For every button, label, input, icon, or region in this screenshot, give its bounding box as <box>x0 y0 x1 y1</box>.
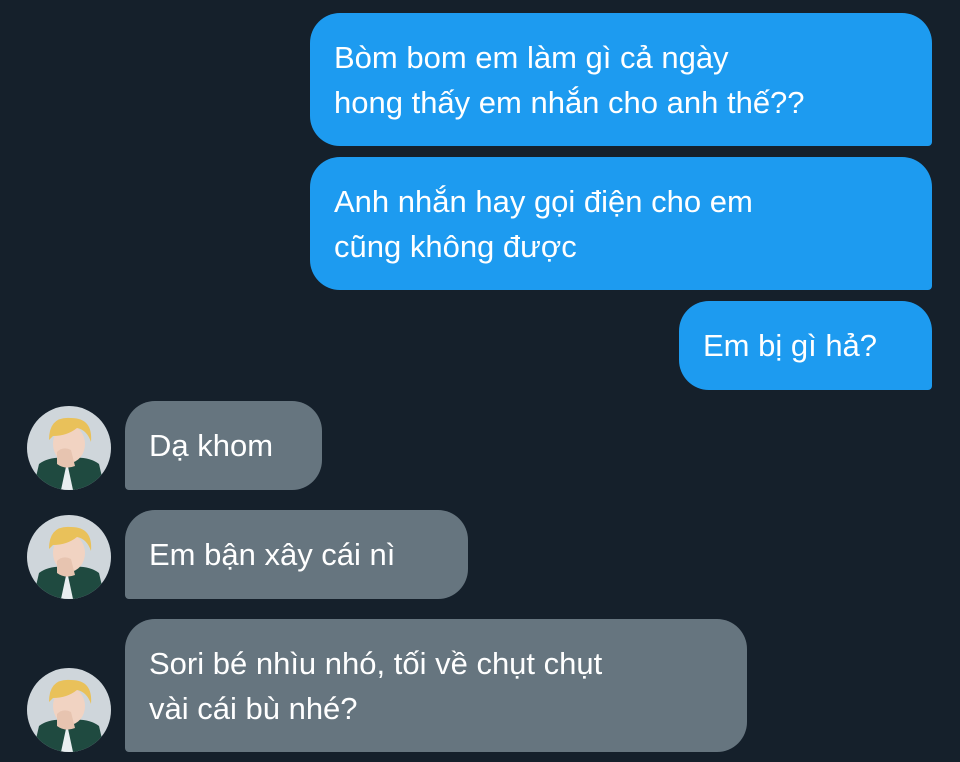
message-text-line: Anh nhắn hay gọi điện cho em <box>334 184 753 219</box>
message-thread: Bòm bom em làm gì cả ngày hong thấy em n… <box>0 0 960 762</box>
incoming-message-bubble[interactable]: Sori bé nhìu nhó, tối về chụt chụt vài c… <box>125 619 747 752</box>
message-text-line: cũng không được <box>334 229 577 264</box>
message-text-line: hong thấy em nhắn cho anh thế?? <box>334 85 805 120</box>
avatar-photo-icon <box>27 406 111 490</box>
outgoing-message-bubble[interactable]: Bòm bom em làm gì cả ngày hong thấy em n… <box>310 13 932 146</box>
message-text-line: Dạ khom <box>149 428 274 463</box>
incoming-message-bubble[interactable]: Em bận xây cái nì <box>125 510 468 599</box>
contact-avatar[interactable] <box>27 668 111 752</box>
avatar-photo-icon <box>27 668 111 752</box>
contact-avatar[interactable] <box>27 406 111 490</box>
incoming-message-bubble[interactable]: Dạ khom <box>125 401 322 490</box>
outgoing-message-bubble[interactable]: Em bị gì hả? <box>679 301 932 390</box>
message-text-line: Sori bé nhìu nhó, tối về chụt chụt <box>149 646 603 681</box>
message-text-line: Em bận xây cái nì <box>149 537 396 572</box>
message-text-line: vài cái bù nhé? <box>149 691 358 726</box>
message-text-line: Em bị gì hả? <box>703 328 878 363</box>
outgoing-message-bubble[interactable]: Anh nhắn hay gọi điện cho em cũng không … <box>310 157 932 290</box>
contact-avatar[interactable] <box>27 515 111 599</box>
avatar-photo-icon <box>27 515 111 599</box>
message-text-line: Bòm bom em làm gì cả ngày <box>334 40 729 75</box>
